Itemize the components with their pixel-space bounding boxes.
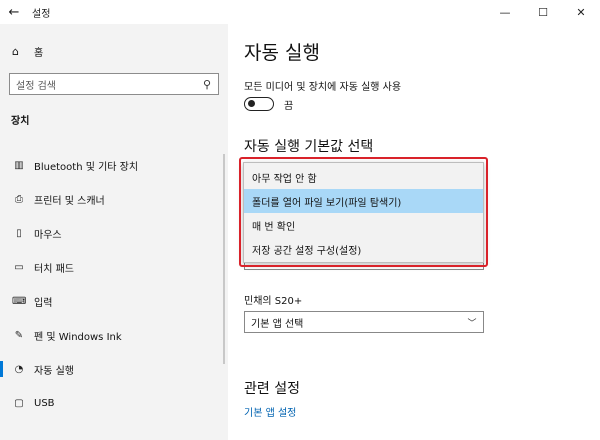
close-button[interactable]: ✕ (562, 0, 600, 24)
minimize-button[interactable]: — (486, 0, 524, 24)
toggle-knob (248, 100, 255, 107)
window-controls: — ☐ ✕ (486, 0, 600, 24)
home-icon: ⌂ (12, 45, 19, 58)
nav-home-label: 홈 (34, 48, 44, 59)
sidebar-item-label: 자동 실행 (34, 365, 74, 377)
device-select-value: 기본 앱 선택 (251, 318, 304, 330)
sidebar-item-touchpad[interactable]: ▭ 터치 패드 (0, 250, 228, 284)
nav-list: ▥ Bluetooth 및 기타 장치 ⎙ 프린터 및 스캐너 ▯ 마우스 ▭ … (0, 148, 228, 420)
sidebar-item-label: 입력 (34, 297, 53, 309)
keyboard-icon: ⌨ (12, 295, 27, 307)
search-icon[interactable]: ⚲ (196, 78, 218, 91)
section-title: 장치 (11, 116, 30, 127)
sidebar-item-label: 프린터 및 스캐너 (34, 195, 105, 207)
app-title: 설정 (32, 8, 51, 20)
sidebar-item-label: 터치 패드 (34, 263, 74, 275)
sidebar: ⌂ 홈 설정 검색 ⚲ 장치 ▥ Bluetooth 및 기타 장치 ⎙ 프린터… (0, 24, 228, 440)
autoplay-toggle-label: 모든 미디어 및 장치에 자동 실행 사용 (244, 82, 402, 93)
usb-icon: ▢ (14, 397, 24, 409)
bluetooth-device-icon: ▥ (14, 159, 24, 171)
sidebar-scrollbar[interactable] (223, 154, 225, 364)
autoplay-icon: ◔ (14, 363, 24, 375)
maximize-button[interactable]: ☐ (524, 0, 562, 24)
mouse-icon: ▯ (16, 227, 22, 239)
sidebar-item-label: 마우스 (34, 229, 62, 241)
device-label: 민채의 S20+ (244, 296, 303, 307)
sidebar-item-printers[interactable]: ⎙ 프린터 및 스캐너 (0, 182, 228, 216)
sidebar-item-typing[interactable]: ⌨ 입력 (0, 284, 228, 318)
device-select[interactable]: 기본 앱 선택 ﹀ (244, 311, 484, 333)
sidebar-item-autoplay[interactable]: ◔ 자동 실행 (0, 352, 228, 386)
sidebar-item-pen[interactable]: ✎ 펜 및 Windows Ink (0, 318, 228, 352)
sidebar-item-usb[interactable]: ▢ USB (0, 386, 228, 420)
sidebar-item-bluetooth[interactable]: ▥ Bluetooth 및 기타 장치 (0, 148, 228, 182)
related-settings-title: 관련 설정 (244, 381, 300, 397)
title-bar: ← 설정 — ☐ ✕ (0, 0, 600, 24)
sidebar-item-label: USB (34, 397, 55, 409)
red-highlight-box (239, 157, 488, 267)
toggle-state-text: 끔 (284, 101, 294, 112)
sidebar-item-label: 펜 및 Windows Ink (34, 331, 122, 343)
search-input[interactable]: 설정 검색 (16, 77, 196, 92)
default-apps-link[interactable]: 기본 앱 설정 (244, 404, 296, 419)
touchpad-icon: ▭ (14, 261, 24, 273)
printer-icon: ⎙ (15, 193, 23, 205)
defaults-section-title: 자동 실행 기본값 선택 (244, 139, 374, 155)
nav-home[interactable]: ⌂ 홈 (12, 44, 43, 59)
autoplay-toggle[interactable] (244, 97, 274, 111)
chevron-down-icon: ﹀ (467, 318, 477, 329)
page-title: 자동 실행 (244, 42, 320, 64)
search-box[interactable]: 설정 검색 ⚲ (9, 73, 219, 95)
back-arrow-icon: ← (8, 4, 20, 20)
back-button[interactable]: ← (0, 0, 28, 24)
sidebar-item-label: Bluetooth 및 기타 장치 (34, 161, 139, 173)
sidebar-item-mouse[interactable]: ▯ 마우스 (0, 216, 228, 250)
pen-icon: ✎ (14, 329, 24, 341)
